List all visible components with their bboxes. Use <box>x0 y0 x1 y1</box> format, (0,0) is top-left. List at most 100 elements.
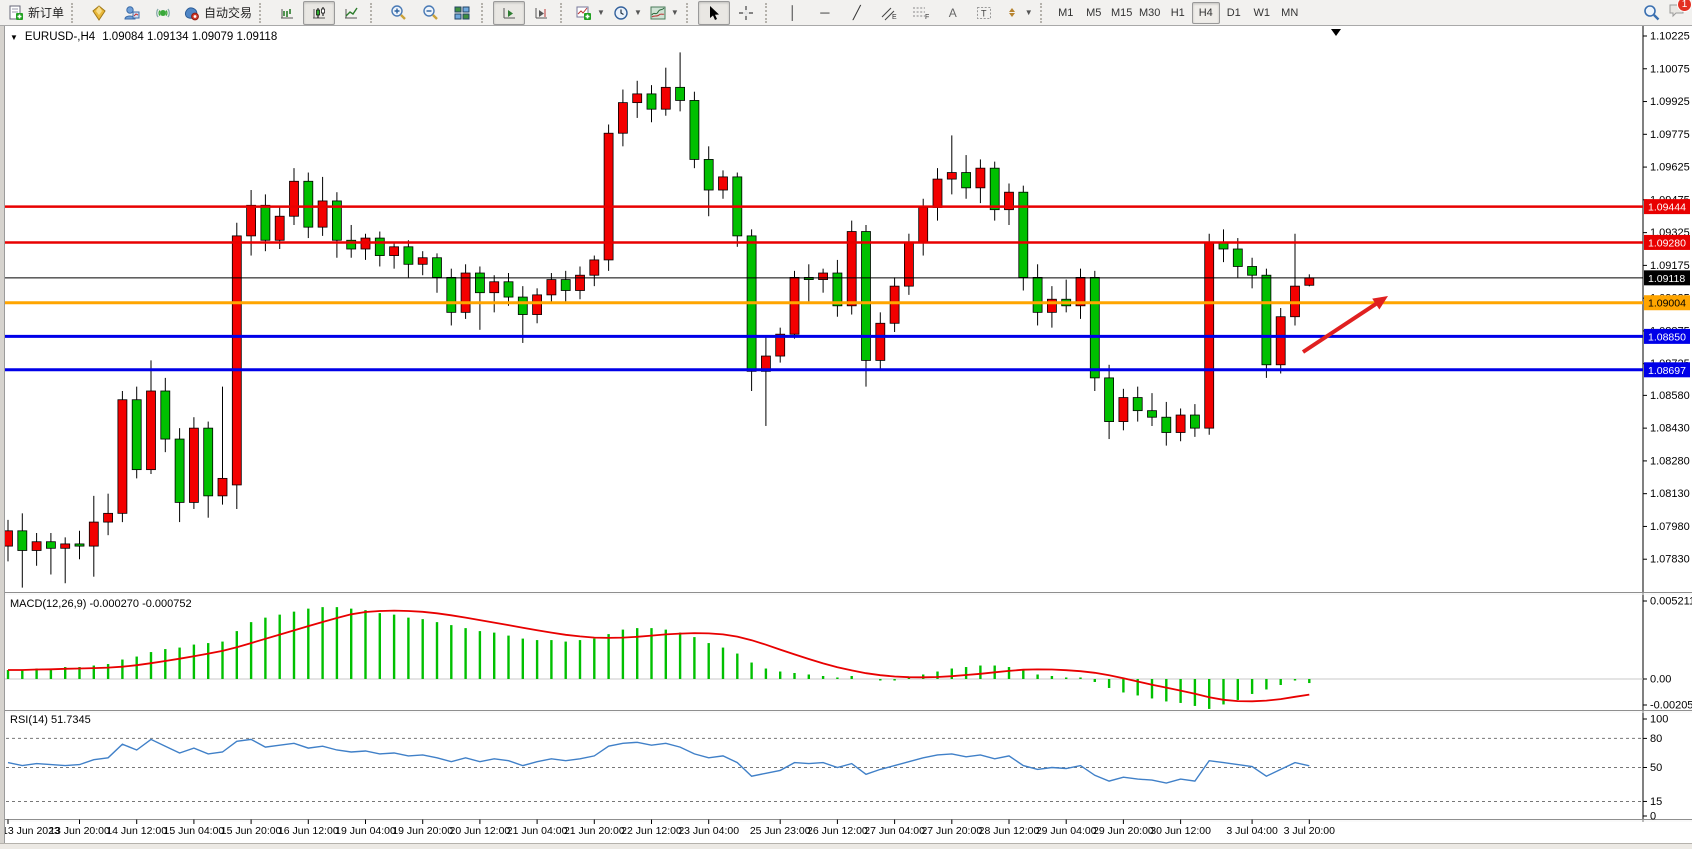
chart-window: 1.102251.100751.099251.097751.096251.094… <box>0 26 1692 849</box>
arrows-button[interactable]: ▼ <box>1001 1 1037 25</box>
mt4-window: 新订单 <box>0 0 1692 849</box>
cursor-icon <box>707 5 721 21</box>
line-chart-button[interactable] <box>335 1 367 25</box>
timeframe-button-d1[interactable]: D1 <box>1220 2 1248 24</box>
symbol-timeframe-label: EURUSD-,H4 <box>25 31 95 43</box>
toolbar-grip <box>370 3 379 23</box>
toolbar-grip <box>560 3 569 23</box>
horizontal-line-button[interactable]: ─ <box>809 1 841 25</box>
new-order-icon <box>8 5 24 21</box>
indicators-icon <box>576 5 592 21</box>
window-left-edge <box>0 26 5 843</box>
crosshair-button[interactable] <box>730 1 762 25</box>
timeframe-button-mn[interactable]: MN <box>1276 2 1304 24</box>
svg-text:0: 0 <box>1650 811 1656 823</box>
notifications-button[interactable]: 1 <box>1668 2 1686 23</box>
autotrading-button[interactable]: 自动交易 <box>179 1 256 25</box>
svg-text:1.10225: 1.10225 <box>1650 31 1690 43</box>
fibonacci-button[interactable]: F <box>905 1 937 25</box>
text-button[interactable]: A <box>937 1 969 25</box>
svg-text:14 Jun 12:00: 14 Jun 12:00 <box>106 825 167 837</box>
svg-text:1.09175: 1.09175 <box>1650 260 1690 272</box>
svg-text:30 Jun 12:00: 30 Jun 12:00 <box>1150 825 1211 837</box>
zoom-in-icon <box>390 4 407 21</box>
svg-text:1.08280: 1.08280 <box>1650 455 1690 467</box>
svg-text:1.09775: 1.09775 <box>1650 129 1690 141</box>
search-icon[interactable] <box>1643 4 1660 21</box>
vertical-line-button[interactable]: │ <box>777 1 809 25</box>
timeframe-button-w1[interactable]: W1 <box>1248 2 1276 24</box>
text-label-button[interactable]: T <box>969 1 1001 25</box>
svg-text:15 Jun 04:00: 15 Jun 04:00 <box>164 825 225 837</box>
signals-button[interactable] <box>147 1 179 25</box>
bar-chart-icon <box>279 5 295 21</box>
zoom-in-button[interactable] <box>382 1 414 25</box>
svg-text:3 Jul 20:00: 3 Jul 20:00 <box>1284 825 1336 837</box>
timeframe-button-m30[interactable]: M30 <box>1136 2 1164 24</box>
svg-text:3 Jul 04:00: 3 Jul 04:00 <box>1226 825 1278 837</box>
auto-scroll-button[interactable] <box>493 1 525 25</box>
svg-text:1.07830: 1.07830 <box>1650 554 1690 566</box>
toolbar: 新订单 <box>0 0 1692 26</box>
styles-button[interactable] <box>83 1 115 25</box>
svg-text:0.00: 0.00 <box>1650 674 1671 686</box>
svg-text:1.08850: 1.08850 <box>1648 331 1686 343</box>
svg-text:29 Jun 20:00: 29 Jun 20:00 <box>1093 825 1154 837</box>
svg-text:27 Jun 04:00: 27 Jun 04:00 <box>864 825 925 837</box>
zoom-out-button[interactable] <box>414 1 446 25</box>
fibonacci-icon: F <box>912 5 930 21</box>
template-icon <box>650 5 666 21</box>
timeframe-button-m5[interactable]: M5 <box>1080 2 1108 24</box>
bar-chart-button[interactable] <box>271 1 303 25</box>
svg-text:T: T <box>981 8 987 18</box>
templates-button[interactable]: ▼ <box>646 1 683 25</box>
profile-button[interactable] <box>115 1 147 25</box>
chart-shift-marker[interactable] <box>1331 29 1341 36</box>
svg-text:F: F <box>925 14 929 21</box>
equidistant-channel-button[interactable]: E <box>873 1 905 25</box>
cursor-button[interactable] <box>698 1 730 25</box>
dropdown-caret-icon: ▼ <box>1025 8 1033 17</box>
clock-icon <box>613 5 629 21</box>
svg-text:100: 100 <box>1650 714 1668 726</box>
one-click-collapse-icon[interactable]: ▼ <box>10 33 18 42</box>
dropdown-caret-icon: ▼ <box>671 8 679 17</box>
tile-windows-button[interactable] <box>446 1 478 25</box>
periods-button[interactable]: ▼ <box>609 1 646 25</box>
timeframe-button-m1[interactable]: M1 <box>1052 2 1080 24</box>
svg-text:80: 80 <box>1650 733 1662 745</box>
svg-text:1.08697: 1.08697 <box>1648 365 1686 377</box>
chart-shift-button[interactable] <box>525 1 557 25</box>
svg-text:28 Jun 12:00: 28 Jun 12:00 <box>979 825 1040 837</box>
crosshair-icon <box>738 5 754 21</box>
equidistant-channel-icon: E <box>880 5 897 21</box>
svg-text:15: 15 <box>1650 796 1662 808</box>
svg-text:19 Jun 04:00: 19 Jun 04:00 <box>335 825 396 837</box>
line-chart-icon <box>343 5 359 21</box>
window-bottom-edge <box>0 843 1692 849</box>
indicators-button[interactable]: ▼ <box>572 1 609 25</box>
svg-text:1.09444: 1.09444 <box>1648 202 1686 214</box>
zoom-out-icon <box>422 4 439 21</box>
chart-canvas[interactable]: 1.102251.100751.099251.097751.096251.094… <box>0 26 1692 849</box>
svg-text:1.08580: 1.08580 <box>1650 390 1690 402</box>
styles-icon <box>91 5 107 21</box>
autotrading-icon <box>183 5 200 21</box>
candlestick-chart-button[interactable] <box>303 1 335 25</box>
timeframe-button-h4[interactable]: H4 <box>1192 2 1220 24</box>
trendline-button[interactable]: ╱ <box>841 1 873 25</box>
svg-text:20 Jun 12:00: 20 Jun 12:00 <box>450 825 511 837</box>
new-order-button[interactable]: 新订单 <box>4 1 68 25</box>
signals-icon <box>155 5 171 21</box>
toolbar-grip <box>71 3 80 23</box>
timeframe-button-h1[interactable]: H1 <box>1164 2 1192 24</box>
svg-text:50: 50 <box>1650 762 1662 774</box>
toolbar-grip <box>481 3 490 23</box>
new-order-label: 新订单 <box>28 4 64 21</box>
auto-scroll-icon <box>501 5 517 21</box>
svg-text:1.08130: 1.08130 <box>1650 488 1690 500</box>
svg-text:1.08430: 1.08430 <box>1650 423 1690 435</box>
svg-text:21 Jun 04:00: 21 Jun 04:00 <box>507 825 568 837</box>
timeframe-button-m15[interactable]: M15 <box>1108 2 1136 24</box>
notification-badge: 1 <box>1677 0 1692 12</box>
